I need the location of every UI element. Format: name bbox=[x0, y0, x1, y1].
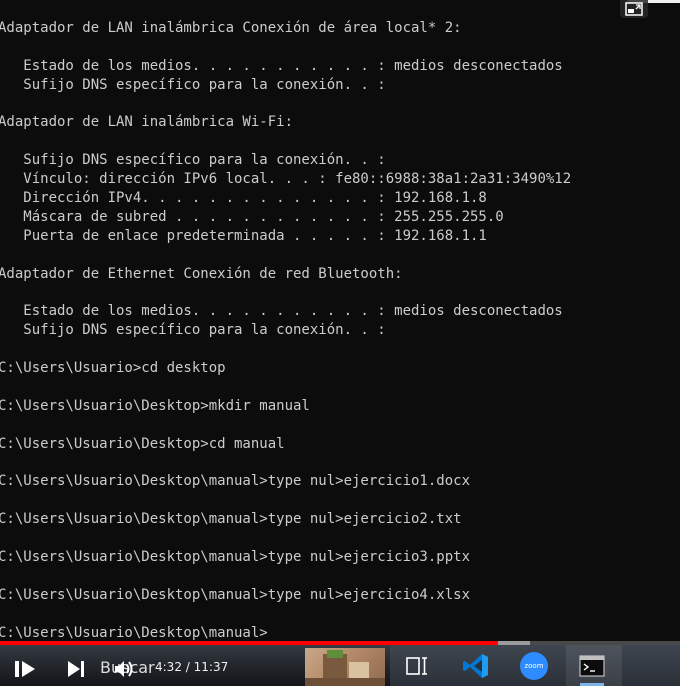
terminal-line: Puerta de enlace predeterminada . . . . … bbox=[0, 227, 487, 244]
zoom-icon-label: zoom bbox=[524, 662, 544, 670]
terminal-line: C:\Users\Usuario\Desktop\manual>type nul… bbox=[0, 586, 471, 603]
play-icon bbox=[15, 661, 35, 677]
terminal-line: Adaptador de Ethernet Conexión de red Bl… bbox=[0, 265, 403, 282]
terminal-line: C:\Users\Usuario\Desktop\manual>type nul… bbox=[0, 511, 462, 528]
terminal-taskbar-button[interactable] bbox=[575, 649, 609, 683]
terminal-line: C:\Users\Usuario\Desktop\manual> bbox=[0, 624, 268, 641]
terminal-icon bbox=[579, 655, 605, 677]
picture-in-picture-button[interactable] bbox=[620, 0, 648, 18]
vscode-icon bbox=[463, 654, 488, 678]
volume-button[interactable] bbox=[112, 656, 136, 682]
terminal-line: Sufijo DNS específico para la conexión. … bbox=[0, 76, 386, 93]
terminal-line: Adaptador de LAN inalámbrica Conexión de… bbox=[0, 20, 462, 36]
next-icon bbox=[68, 661, 84, 677]
terminal-line: C:\Users\Usuario\Desktop\manual>type nul… bbox=[0, 548, 471, 565]
terminal-line: Adaptador de LAN inalámbrica Wi-Fi: bbox=[0, 114, 294, 131]
screen: Adaptador de LAN inalámbrica Conexión de… bbox=[0, 0, 680, 686]
next-button[interactable] bbox=[64, 656, 88, 682]
play-button[interactable] bbox=[12, 656, 38, 682]
terminal-line: C:\Users\Usuario\Desktop\manual>type nul… bbox=[0, 473, 471, 490]
top-edge bbox=[0, 0, 680, 3]
task-view-icon bbox=[406, 657, 427, 675]
video-time-readout: 4:32 / 11:37 bbox=[155, 660, 228, 674]
video-current-time: 4:32 bbox=[155, 660, 182, 674]
taskbar-thumbnail-image[interactable] bbox=[305, 648, 385, 686]
picture-in-picture-icon bbox=[625, 2, 643, 16]
volume-icon bbox=[115, 661, 133, 677]
video-played-bar bbox=[0, 641, 499, 645]
terminal-line: Máscara de subred . . . . . . . . . . . … bbox=[0, 208, 504, 225]
terminal-line: Sufijo DNS específico para la conexión. … bbox=[0, 322, 386, 339]
video-time-separator: / bbox=[181, 660, 194, 674]
zoom-taskbar-button[interactable]: zoom bbox=[517, 649, 551, 683]
terminal-line: C:\Users\Usuario\Desktop>mkdir manual bbox=[0, 397, 310, 414]
terminal-output[interactable]: Adaptador de LAN inalámbrica Conexión de… bbox=[0, 19, 678, 642]
terminal-line: C:\Users\Usuario\Desktop>cd manual bbox=[0, 435, 285, 452]
terminal-line: Dirección IPv4. . . . . . . . . . . . . … bbox=[0, 190, 487, 207]
task-view-button[interactable] bbox=[400, 649, 434, 683]
video-duration: 11:37 bbox=[193, 660, 229, 674]
terminal-line: Estado de los medios. . . . . . . . . . … bbox=[0, 57, 563, 74]
vscode-taskbar-button[interactable] bbox=[459, 649, 493, 683]
terminal-line: Vínculo: dirección IPv6 local. . . : fe8… bbox=[0, 171, 572, 188]
terminal-line: Estado de los medios. . . . . . . . . . … bbox=[0, 303, 563, 320]
terminal-line: Sufijo DNS específico para la conexión. … bbox=[0, 152, 386, 169]
video-progress-bar[interactable] bbox=[0, 641, 680, 645]
terminal-line: C:\Users\Usuario>cd desktop bbox=[0, 360, 226, 377]
zoom-icon: zoom bbox=[520, 652, 548, 680]
